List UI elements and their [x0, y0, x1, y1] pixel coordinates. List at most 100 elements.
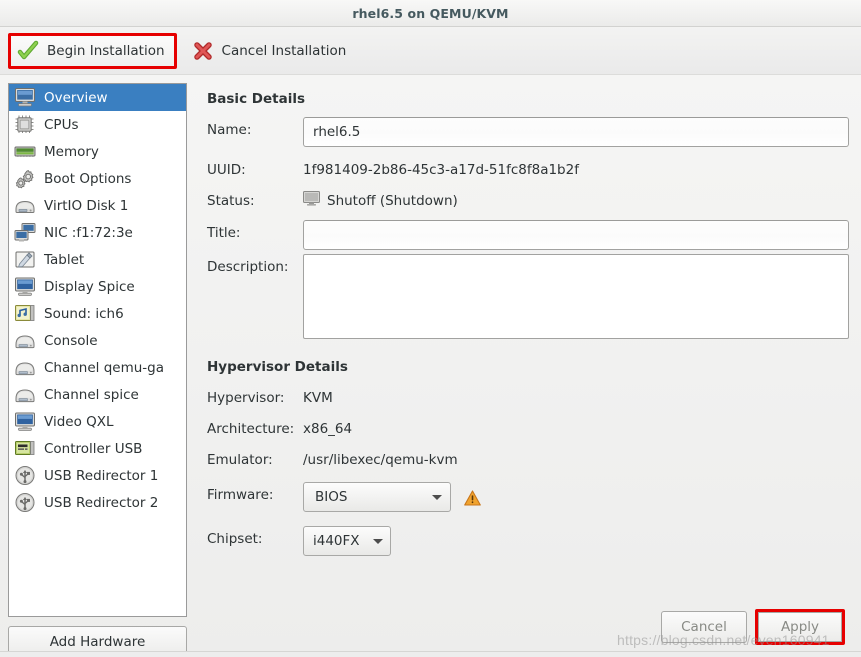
- usb-icon: [14, 465, 36, 486]
- firmware-label: Firmware:: [207, 487, 274, 503]
- serial-console-icon: [14, 330, 36, 351]
- window-bottom-edge: [0, 651, 861, 657]
- basic-details-heading: Basic Details: [207, 91, 305, 107]
- main-body: Overview CPUs Memory Boot Options VirtIO Dis…: [0, 75, 861, 657]
- status-value: Shutoff (Shutdown): [327, 192, 458, 209]
- sidebar-item-label: Console: [44, 332, 98, 349]
- green-check-icon: [17, 40, 39, 62]
- title-input[interactable]: [303, 220, 849, 250]
- begin-installation-label: Begin Installation: [47, 42, 165, 59]
- cancel-installation-label: Cancel Installation: [221, 42, 347, 59]
- sidebar-item-label: Channel spice: [44, 386, 139, 403]
- gears-icon: [14, 168, 36, 189]
- serial-console-icon: [14, 384, 36, 405]
- hypervisor-details-heading: Hypervisor Details: [207, 359, 348, 375]
- firmware-select[interactable]: BIOS: [303, 482, 451, 512]
- sidebar-item-memory[interactable]: Memory: [9, 138, 186, 165]
- sidebar-item-label: Controller USB: [44, 440, 143, 457]
- sidebar-item-label: Boot Options: [44, 170, 132, 187]
- sidebar-item-channel-qemu-ga[interactable]: Channel qemu-ga: [9, 354, 186, 381]
- controller-card-icon: [14, 438, 36, 459]
- hard-disk-icon: [14, 195, 36, 216]
- sidebar-item-cpus[interactable]: CPUs: [9, 111, 186, 138]
- sidebar-item-label: Overview: [44, 89, 108, 106]
- apply-button-highlight: Apply: [755, 609, 845, 645]
- sidebar-item-display-spice[interactable]: Display Spice: [9, 273, 186, 300]
- serial-console-icon: [14, 357, 36, 378]
- sidebar-item-console[interactable]: Console: [9, 327, 186, 354]
- toolbar: Begin Installation Cancel Installation: [0, 27, 861, 75]
- sidebar-item-usb-redirector-2[interactable]: USB Redirector 2: [9, 489, 186, 516]
- chipset-label: Chipset:: [207, 531, 263, 547]
- sidebar-item-video-qxl[interactable]: Video QXL: [9, 408, 186, 435]
- sidebar-item-sound-ich6[interactable]: Sound: ich6: [9, 300, 186, 327]
- description-textarea[interactable]: [303, 254, 849, 339]
- chevron-down-icon: [432, 494, 442, 500]
- sidebar-item-label: VirtIO Disk 1: [44, 197, 129, 214]
- sidebar-item-label: USB Redirector 2: [44, 494, 159, 511]
- status-label: Status:: [207, 193, 255, 209]
- sidebar-item-channel-spice[interactable]: Channel spice: [9, 381, 186, 408]
- chipset-selected-value: i440FX: [313, 533, 360, 549]
- shutoff-monitor-icon: [303, 191, 320, 210]
- description-field-wrap: [303, 254, 849, 343]
- computer-monitor-icon: [14, 87, 36, 108]
- chipset-select[interactable]: i440FX: [303, 526, 391, 556]
- uuid-label: UUID:: [207, 162, 246, 178]
- hypervisor-details-grid: Hypervisor: KVM Architecture: x86_64 Emu…: [207, 385, 849, 556]
- sidebar-item-controller-usb[interactable]: Controller USB: [9, 435, 186, 462]
- description-label: Description:: [207, 259, 289, 275]
- cancel-button[interactable]: Cancel: [661, 611, 747, 643]
- chevron-down-icon: [373, 538, 383, 544]
- firmware-row: BIOS: [303, 478, 849, 512]
- title-field-wrap: [303, 220, 849, 250]
- sidebar-item-label: Display Spice: [44, 278, 135, 295]
- cpu-chip-icon: [14, 114, 36, 135]
- name-field-wrap: [303, 117, 849, 147]
- name-input[interactable]: [303, 117, 849, 147]
- sidebar-item-label: Tablet: [44, 251, 85, 268]
- network-card-icon: [14, 222, 36, 243]
- cancel-installation-button[interactable]: Cancel Installation: [183, 33, 358, 69]
- sidebar-item-usb-redirector-1[interactable]: USB Redirector 1: [9, 462, 186, 489]
- memory-stick-icon: [14, 141, 36, 162]
- display-icon: [14, 276, 36, 297]
- warning-triangle-icon: [464, 489, 481, 506]
- red-x-icon: [192, 40, 214, 62]
- uuid-value: 1f981409-2b86-45c3-a17d-51fc8f8a1b2f: [303, 162, 579, 178]
- hypervisor-value: KVM: [303, 390, 333, 406]
- name-label: Name:: [207, 122, 252, 138]
- hypervisor-label: Hypervisor:: [207, 390, 285, 406]
- title-label: Title:: [207, 225, 241, 241]
- sidebar-item-label: NIC :f1:72:3e: [44, 224, 133, 241]
- sidebar-item-label: USB Redirector 1: [44, 467, 159, 484]
- sidebar-item-overview[interactable]: Overview: [9, 84, 186, 111]
- emulator-label: Emulator:: [207, 452, 273, 468]
- architecture-label: Architecture:: [207, 421, 295, 437]
- sidebar-item-virtio-disk-1[interactable]: VirtIO Disk 1: [9, 192, 186, 219]
- basic-details-grid: Name: UUID: 1f981409-2b86-45c3-a17d-51fc…: [207, 117, 849, 343]
- sound-card-icon: [14, 303, 36, 324]
- sidebar-item-label: CPUs: [44, 116, 79, 133]
- firmware-selected-value: BIOS: [315, 489, 348, 505]
- sidebar-item-label: Video QXL: [44, 413, 114, 430]
- sidebar-item-label: Sound: ich6: [44, 305, 124, 322]
- emulator-value: /usr/libexec/qemu-kvm: [303, 452, 458, 468]
- begin-installation-button[interactable]: Begin Installation: [8, 32, 177, 69]
- sidebar-item-tablet[interactable]: Tablet: [9, 246, 186, 273]
- sidebar-item-label: Memory: [44, 143, 99, 160]
- sidebar-item-boot-options[interactable]: Boot Options: [9, 165, 186, 192]
- dialog-buttons: Cancel Apply: [661, 609, 845, 645]
- sidebar-item-nic-f1-72-3e[interactable]: NIC :f1:72:3e: [9, 219, 186, 246]
- hardware-device-list[interactable]: Overview CPUs Memory Boot Options VirtIO Dis…: [8, 83, 187, 617]
- window-title: rhel6.5 on QEMU/KVM: [352, 5, 509, 21]
- apply-button[interactable]: Apply: [758, 612, 842, 642]
- sidebar-item-label: Channel qemu-ga: [44, 359, 165, 376]
- usb-icon: [14, 492, 36, 513]
- virt-manager-details-window: rhel6.5 on QEMU/KVM Begin Installation C…: [0, 0, 861, 657]
